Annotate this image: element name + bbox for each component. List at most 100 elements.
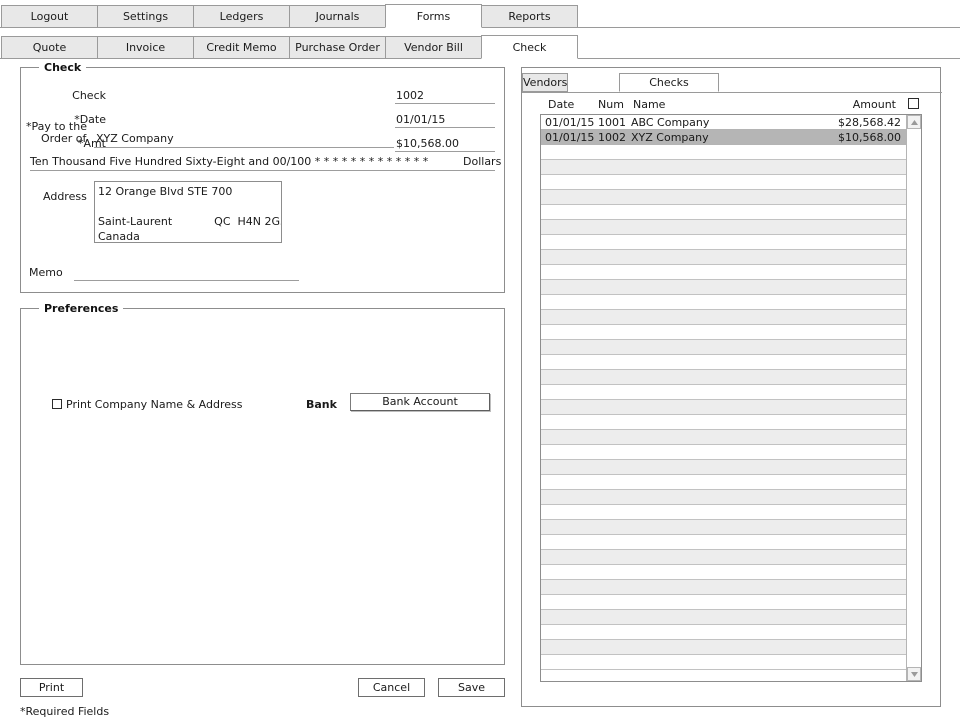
cell-name: ABC Company: [631, 116, 710, 129]
table-row[interactable]: [541, 190, 907, 205]
table-row[interactable]: 01/01/15 1001 ABC Company $28,568.42: [541, 115, 921, 130]
preferences-fieldset-legend: Preferences: [39, 302, 124, 315]
tab-journals[interactable]: Journals: [289, 5, 386, 28]
print-company-checkbox[interactable]: [52, 399, 62, 409]
triangle-up-icon[interactable]: [907, 115, 921, 129]
preferences-fieldset: Preferences Print Company Name & Address…: [20, 302, 505, 665]
check-fieldset-legend: Check: [39, 61, 87, 74]
tab-vendors[interactable]: Vendors: [522, 73, 569, 92]
date-underline: [395, 127, 495, 128]
tab-forms[interactable]: Forms: [385, 4, 482, 28]
table-row[interactable]: [541, 145, 907, 160]
column-header-name: Name: [633, 98, 666, 111]
table-row[interactable]: [541, 310, 907, 325]
table-row[interactable]: [541, 160, 907, 175]
table-row[interactable]: [541, 610, 907, 625]
cell-amount: $10,568.00: [838, 131, 901, 144]
address-line-1: 12 Orange Blvd STE 700: [98, 185, 233, 198]
table-row[interactable]: [541, 625, 907, 640]
date-value[interactable]: 01/01/15: [396, 113, 491, 126]
tab-vendor-bill[interactable]: Vendor Bill: [385, 36, 482, 59]
address-textarea[interactable]: 12 Orange Blvd STE 700 Saint-Laurent QC …: [94, 181, 282, 243]
records-tab-baseline: [522, 92, 942, 93]
content-area: Check Check 1002 *Date 01/01/15 *Amt $10…: [0, 58, 960, 725]
table-row[interactable]: [541, 520, 907, 535]
dollars-label: Dollars: [463, 155, 502, 168]
amount-words-underline: [30, 170, 495, 171]
table-row[interactable]: [541, 370, 907, 385]
print-company-checkbox-label[interactable]: Print Company Name & Address: [66, 398, 242, 411]
save-button[interactable]: Save: [438, 678, 505, 697]
cancel-button[interactable]: Cancel: [358, 678, 425, 697]
address-line-3: Saint-Laurent QC H4N 2G3: [98, 215, 282, 228]
cell-name: XYZ Company: [631, 131, 709, 144]
table-row[interactable]: [541, 265, 907, 280]
table-row[interactable]: [541, 445, 907, 460]
triangle-down-icon[interactable]: [907, 667, 921, 681]
amount-underline: [395, 151, 495, 152]
table-row[interactable]: [541, 595, 907, 610]
table-row[interactable]: [541, 205, 907, 220]
tab-check[interactable]: Check: [481, 35, 578, 59]
secondary-tab-bar: Quote Invoice Credit Memo Purchase Order…: [0, 34, 960, 59]
table-row[interactable]: [541, 490, 907, 505]
table-row[interactable]: [541, 655, 907, 670]
print-button[interactable]: Print: [20, 678, 83, 697]
records-tab-bar: Checks Vendors: [522, 73, 942, 93]
tab-quote[interactable]: Quote: [1, 36, 98, 59]
cell-amount: $28,568.42: [838, 116, 901, 129]
table-row[interactable]: [541, 325, 907, 340]
select-all-checkbox[interactable]: [908, 98, 919, 109]
tab-settings[interactable]: Settings: [97, 5, 194, 28]
column-header-num: Num: [598, 98, 624, 111]
records-panel: Checks Vendors Date Num Name Amount 01/0…: [521, 67, 942, 707]
tab-ledgers[interactable]: Ledgers: [193, 5, 290, 28]
tab-reports[interactable]: Reports: [481, 5, 578, 28]
table-row[interactable]: [541, 175, 907, 190]
address-line-4: Canada: [98, 230, 140, 243]
table-row[interactable]: [541, 505, 907, 520]
check-number-value[interactable]: 1002: [396, 89, 491, 102]
table-row[interactable]: [541, 640, 907, 655]
tab-purchase-order[interactable]: Purchase Order: [289, 36, 386, 59]
table-row[interactable]: [541, 355, 907, 370]
tab-credit-memo[interactable]: Credit Memo: [193, 36, 290, 59]
application-window: Logout Settings Ledgers Journals Forms R…: [0, 0, 960, 725]
tab-logout[interactable]: Logout: [1, 5, 98, 28]
bank-account-button[interactable]: Bank Account: [350, 393, 490, 411]
column-header-amount: Amount: [852, 98, 896, 111]
table-row[interactable]: [541, 550, 907, 565]
address-line-2: [98, 199, 278, 214]
table-row[interactable]: [541, 235, 907, 250]
table-row[interactable]: [541, 415, 907, 430]
order-of-label: Order of: [41, 132, 87, 145]
table-row[interactable]: [541, 250, 907, 265]
table-row[interactable]: [541, 280, 907, 295]
checks-table-scrollbar[interactable]: [906, 115, 921, 681]
memo-label: Memo: [29, 266, 63, 279]
table-row[interactable]: [541, 295, 907, 310]
table-row[interactable]: [541, 385, 907, 400]
table-row[interactable]: [541, 565, 907, 580]
tab-invoice[interactable]: Invoice: [97, 36, 194, 59]
tab-checks[interactable]: Checks: [619, 73, 719, 92]
amount-in-words: Ten Thousand Five Hundred Sixty-Eight an…: [30, 155, 429, 168]
table-row[interactable]: [541, 535, 907, 550]
table-row[interactable]: [541, 340, 907, 355]
table-row[interactable]: [541, 460, 907, 475]
table-row[interactable]: [541, 430, 907, 445]
amount-value[interactable]: $10,568.00: [396, 137, 491, 150]
cell-date: 01/01/15: [545, 116, 595, 129]
table-row[interactable]: 01/01/15 1002 XYZ Company $10,568.00: [541, 130, 921, 145]
table-row[interactable]: [541, 400, 907, 415]
table-row[interactable]: [541, 580, 907, 595]
table-row[interactable]: [541, 220, 907, 235]
payee-value[interactable]: XYZ Company: [96, 132, 174, 145]
payee-underline: [94, 147, 394, 148]
check-fieldset: Check Check 1002 *Date 01/01/15 *Amt $10…: [20, 61, 505, 293]
primary-tab-bar: Logout Settings Ledgers Journals Forms R…: [0, 3, 960, 28]
checks-table-header: Date Num Name Amount: [540, 97, 922, 113]
cell-num: 1001: [598, 116, 626, 129]
check-number-label: Check: [72, 89, 106, 102]
table-row[interactable]: [541, 475, 907, 490]
